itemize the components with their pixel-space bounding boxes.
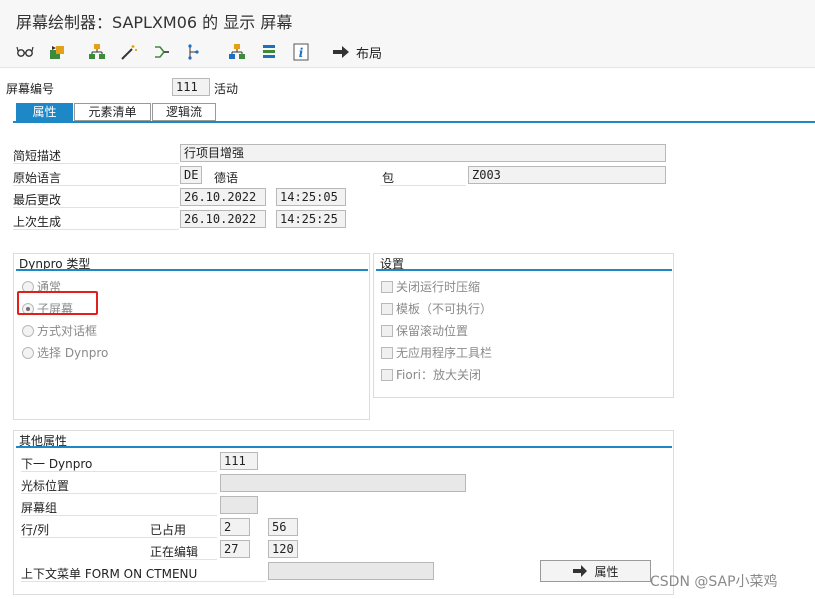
edit-cols-field[interactable]: 120 — [268, 540, 298, 558]
checkbox-no-app-toolbar[interactable]: 无应用程序工具栏 — [381, 344, 492, 361]
checkbox-disable-compression[interactable]: 关闭运行时压缩 — [381, 278, 480, 295]
package-field[interactable]: Z003 — [468, 166, 666, 184]
highlight-box — [17, 291, 98, 315]
radio-button[interactable] — [22, 346, 34, 359]
screen-number-field: 111 — [172, 78, 210, 96]
radio-selection-screen[interactable]: 选择 Dynpro — [22, 344, 108, 361]
attributes-button-label: 属性 — [594, 564, 619, 579]
info-icon[interactable]: i — [290, 41, 312, 63]
split-icon[interactable] — [151, 41, 173, 63]
arrow-right-icon — [573, 565, 588, 577]
used-cols-field: 56 — [268, 518, 298, 536]
checkbox-label: Fiori：放大关闭 — [396, 368, 481, 382]
tab-flow-logic[interactable]: 逻辑流 — [152, 103, 216, 121]
magic-wand-icon[interactable] — [118, 41, 140, 63]
title-bar: 屏幕绘制器：SAPLXM06 的 显示 屏幕 — [0, 0, 815, 36]
svg-text:i: i — [299, 46, 304, 60]
layout-button[interactable]: 布局 — [332, 41, 382, 63]
tab-element-list[interactable]: 元素清单 — [74, 103, 151, 121]
short-desc-field[interactable]: 行项目增强 — [180, 144, 666, 162]
watermark-text: CSDN @SAP小菜鸡 — [650, 574, 778, 590]
context-menu-field[interactable] — [268, 562, 434, 580]
edit-rows-field[interactable]: 27 — [220, 540, 250, 558]
glasses-icon[interactable] — [14, 41, 36, 63]
checkbox[interactable] — [381, 302, 393, 315]
orig-lang-code-field[interactable]: DE — [180, 166, 202, 184]
screen-group-label: 屏幕组 — [21, 501, 58, 515]
cursor-position-field[interactable] — [220, 474, 466, 492]
window-title: 屏幕绘制器：SAPLXM06 的 显示 屏幕 — [16, 13, 293, 32]
transport-icon[interactable] — [46, 41, 68, 63]
last-changed-date-field: 26.10.2022 — [180, 188, 266, 206]
radio-selection-label: 选择 Dynpro — [37, 346, 109, 360]
hierarchy-icon[interactable] — [86, 41, 108, 63]
checkbox[interactable] — [381, 280, 393, 293]
checkbox[interactable] — [381, 324, 393, 337]
radio-button[interactable] — [22, 324, 34, 337]
tab-strip-line — [13, 121, 815, 123]
orig-lang-name: 德语 — [214, 171, 239, 185]
orig-lang-label: 原始语言 — [13, 171, 62, 185]
application-toolbar: i 布局 — [0, 36, 815, 68]
row-col-label: 行/列 — [21, 523, 50, 537]
used-label: 已占用 — [150, 523, 187, 537]
layout-button-label: 布局 — [356, 46, 383, 62]
last-generated-time-field: 14:25:25 — [276, 210, 346, 228]
checkbox-keep-scroll[interactable]: 保留滚动位置 — [381, 322, 468, 339]
screen-number-label: 屏幕编号 — [6, 82, 55, 96]
checkbox[interactable] — [381, 368, 393, 381]
cursor-position-label: 光标位置 — [21, 479, 70, 493]
editing-label: 正在编辑 — [150, 545, 199, 559]
last-changed-time-field: 14:25:05 — [276, 188, 346, 206]
last-generated-date-field: 26.10.2022 — [180, 210, 266, 228]
short-desc-label: 简短描述 — [13, 149, 62, 163]
arrow-right-icon — [333, 46, 349, 58]
stack-icon[interactable] — [258, 41, 280, 63]
attributes-button[interactable]: 属性 — [540, 560, 651, 582]
last-changed-label: 最后更改 — [13, 193, 62, 207]
checkbox-fiori-maximize[interactable]: Fiori：放大关闭 — [381, 366, 481, 383]
used-rows-field: 2 — [220, 518, 250, 536]
context-menu-label: 上下文菜单 FORM ON CTMENU — [21, 567, 198, 581]
radio-modal-dialog[interactable]: 方式对话框 — [22, 322, 97, 339]
package-label: 包 — [382, 171, 395, 185]
checkbox-template[interactable]: 模板（不可执行） — [381, 300, 492, 317]
tree-icon[interactable] — [183, 41, 205, 63]
checkbox-label: 无应用程序工具栏 — [396, 346, 493, 360]
next-dynpro-field[interactable]: 111 — [220, 452, 258, 470]
screen-group-field[interactable] — [220, 496, 258, 514]
checkbox-label: 保留滚动位置 — [396, 324, 469, 338]
checkbox-label: 关闭运行时压缩 — [396, 280, 481, 294]
status-text: 活动 — [214, 82, 239, 96]
checkbox[interactable] — [381, 346, 393, 359]
checkbox-label: 模板（不可执行） — [396, 302, 493, 316]
org-chart-icon[interactable] — [226, 41, 248, 63]
radio-modal-label: 方式对话框 — [37, 324, 98, 338]
tab-attributes[interactable]: 属性 — [16, 103, 73, 121]
last-generated-label: 上次生成 — [13, 215, 62, 229]
next-dynpro-label: 下一 Dynpro — [21, 457, 93, 471]
